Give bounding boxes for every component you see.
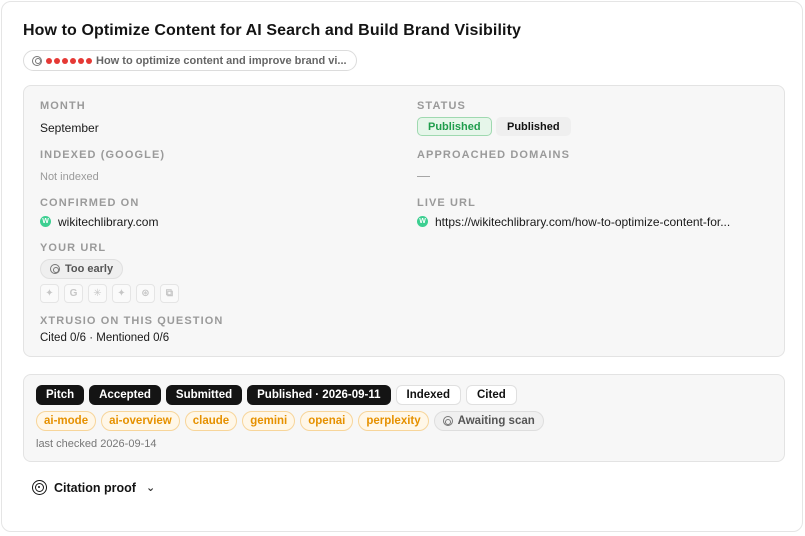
your-url-label: YOUR URL — [40, 242, 107, 254]
step-pitch[interactable]: Pitch — [36, 385, 85, 405]
step-published[interactable]: Published · 2026-09-11 — [247, 385, 391, 405]
confirmed-domain: wikitechlibrary.com — [58, 215, 159, 229]
indexed-label: INDEXED (GOOGLE) — [40, 149, 166, 161]
engine-icons: ✦ G ✳ ✦ ⊛ ⧉ — [40, 284, 179, 303]
chevron-down-icon: ⌄ — [145, 482, 156, 494]
query-chip-text: How to optimize content and improve bran… — [96, 54, 347, 67]
gemini-icon: ✦ — [112, 284, 131, 303]
status-label: STATUS — [417, 100, 466, 112]
openai-icon: ⊛ — [136, 284, 155, 303]
approached-domains-label: APPROACHED DOMAINS — [417, 149, 571, 161]
xtrusio-value: Cited 0/6 · Mentioned 0/6 — [40, 332, 170, 344]
citation-proof-label: Citation proof — [54, 480, 136, 495]
target-icon — [32, 55, 42, 66]
status-published-badge: Published — [417, 117, 492, 136]
step-submitted[interactable]: Submitted — [165, 385, 243, 405]
target-icon — [50, 264, 60, 274]
live-url-text[interactable]: https://wikitechlibrary.com/how-to-optim… — [435, 215, 730, 229]
perplexity-icon: ⧉ — [160, 284, 179, 303]
approached-domains-value: — — [417, 168, 430, 183]
step-cited[interactable]: Cited — [465, 385, 517, 405]
engine-tag-ai-overview[interactable]: ai-overview — [101, 411, 180, 431]
awaiting-scan-text: Awaiting scan — [457, 415, 535, 427]
rating-dots — [46, 57, 92, 64]
engine-tag-gemini[interactable]: gemini — [242, 411, 296, 431]
too-early-text: Too early — [65, 263, 114, 275]
engine-tag-openai[interactable]: openai — [300, 411, 354, 431]
content-card: How to Optimize Content for AI Search an… — [1, 1, 803, 532]
live-url-link[interactable]: Whttps://wikitechlibrary.com/how-to-opti… — [417, 215, 730, 229]
indexed-value: Not indexed — [40, 171, 99, 183]
target-icon — [32, 480, 47, 495]
citation-proof-toggle[interactable]: Citation proof ⌄ — [32, 480, 155, 495]
details-panel: MONTH September STATUS Published Publish… — [23, 85, 785, 357]
query-chip[interactable]: How to optimize content and improve bran… — [23, 50, 357, 71]
asterisk-icon: ✳ — [88, 284, 107, 303]
target-icon — [442, 416, 453, 426]
xtrusio-label: XTRUSIO ON THIS QUESTION — [40, 315, 224, 327]
month-label: MONTH — [40, 100, 86, 112]
engine-tag-perplexity[interactable]: perplexity — [358, 411, 429, 431]
pipeline-steps: Pitch Accepted Submitted Published · 202… — [36, 385, 517, 405]
google-icon: G — [64, 284, 83, 303]
month-value: September — [40, 121, 99, 135]
wordpress-icon: W — [417, 216, 428, 228]
wordpress-icon: W — [40, 216, 51, 228]
live-url-label: LIVE URL — [417, 197, 476, 209]
engine-tags: ai-mode ai-overview claude gemini openai… — [36, 411, 544, 431]
page-title: How to Optimize Content for AI Search an… — [23, 22, 521, 39]
step-accepted[interactable]: Accepted — [89, 385, 161, 405]
step-indexed[interactable]: Indexed — [395, 385, 461, 405]
last-checked: last checked 2026-09-14 — [36, 438, 157, 450]
pipeline-panel: Pitch Accepted Submitted Published · 202… — [23, 374, 785, 462]
confirmed-on-label: CONFIRMED ON — [40, 197, 140, 209]
awaiting-scan-badge: Awaiting scan — [433, 411, 544, 431]
sparkle-icon: ✦ — [40, 284, 59, 303]
status-select[interactable]: Published — [496, 117, 571, 136]
engine-tag-claude[interactable]: claude — [184, 411, 238, 431]
too-early-badge: Too early — [40, 259, 124, 279]
confirmed-on-value: Wwikitechlibrary.com — [40, 215, 158, 229]
engine-tag-ai-mode[interactable]: ai-mode — [36, 411, 97, 431]
